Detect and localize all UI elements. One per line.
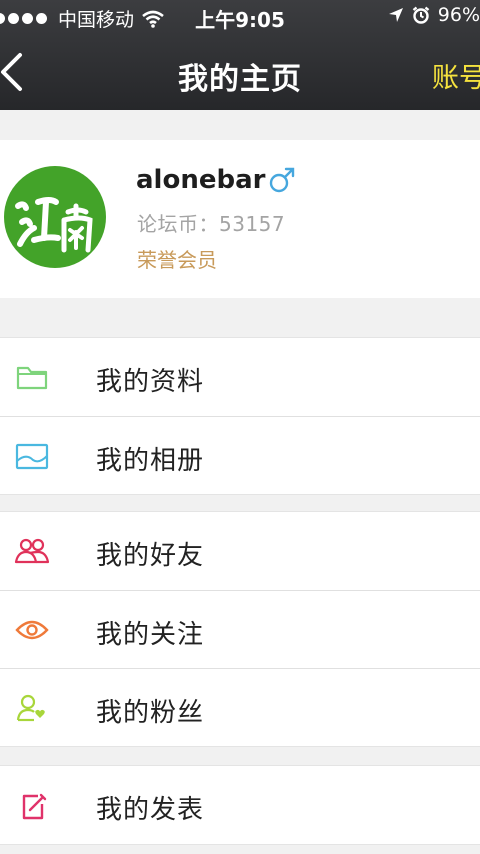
male-icon <box>269 167 295 193</box>
menu-item-my-following[interactable]: 我的关注 <box>0 590 480 668</box>
menu-item-label: 我的关注 <box>96 620 205 650</box>
friends-icon <box>14 538 50 564</box>
menu-group-posts: 我的发表 <box>0 765 480 845</box>
eye-icon <box>15 620 49 640</box>
status-bar: 中国移动 上午9:05 96% <box>0 0 480 32</box>
alarm-icon <box>412 6 430 24</box>
menu-item-label: 我的相册 <box>96 446 205 476</box>
menu-item-my-posts[interactable]: 我的发表 <box>0 766 480 844</box>
menu-group-social: 我的好友 我的关注 我的粉丝 <box>0 511 480 747</box>
forum-coins-label: 论坛币： <box>137 212 219 236</box>
username: alonebar <box>136 165 266 195</box>
profile-card[interactable]: alonebar 论坛币：53157 荣誉会员 <box>0 140 480 298</box>
page-title: 我的主页 <box>178 62 302 97</box>
image-icon <box>15 443 49 470</box>
menu-group-profile: 我的资料 我的相册 <box>0 337 480 495</box>
forum-coins: 论坛币：53157 <box>137 208 285 237</box>
forum-coins-value: 53157 <box>219 212 286 236</box>
edit-icon <box>22 793 47 820</box>
header: 中国移动 上午9:05 96% 我的主页 账号 <box>0 0 480 110</box>
menu-item-my-friends[interactable]: 我的好友 <box>0 512 480 590</box>
menu-item-label: 我的粉丝 <box>96 698 205 728</box>
menu-item-label: 我的好友 <box>96 541 205 571</box>
battery-level: 96% <box>437 4 480 26</box>
nav-bar: 我的主页 账号 <box>0 38 480 110</box>
avatar-calligraphy-image <box>15 197 93 253</box>
location-arrow-icon <box>388 8 403 22</box>
menu-item-label: 我的资料 <box>96 367 205 397</box>
menu-item-my-album[interactable]: 我的相册 <box>0 416 480 494</box>
folder-icon <box>16 366 48 390</box>
menu-item-my-followers[interactable]: 我的粉丝 <box>0 668 480 746</box>
menu-item-label: 我的发表 <box>96 795 205 825</box>
account-button[interactable]: 账号 <box>432 56 480 95</box>
menu-item-my-info[interactable]: 我的资料 <box>0 338 480 416</box>
follower-icon <box>16 694 45 722</box>
member-rank: 荣誉会员 <box>137 248 217 272</box>
avatar[interactable] <box>4 166 106 268</box>
